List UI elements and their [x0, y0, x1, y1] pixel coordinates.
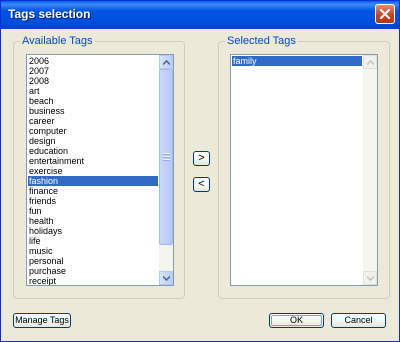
- arrow-up-icon: [367, 60, 374, 65]
- ok-button[interactable]: OK: [269, 313, 324, 328]
- list-item[interactable]: education: [28, 146, 158, 156]
- scroll-down-button[interactable]: [159, 271, 173, 285]
- tags-selection-dialog: Tags selection Available Tags 2006 2007 20…: [0, 0, 400, 342]
- manage-tags-button[interactable]: Manage Tags: [13, 313, 71, 328]
- list-item[interactable]: business: [28, 106, 158, 116]
- cancel-button[interactable]: Cancel: [331, 313, 386, 328]
- list-item[interactable]: career: [28, 116, 158, 126]
- arrow-up-icon: [163, 60, 170, 65]
- available-tags-legend: Available Tags: [20, 35, 95, 47]
- scroll-up-button: [363, 55, 377, 69]
- remove-tag-button[interactable]: <: [193, 177, 210, 192]
- window-title: Tags selection: [8, 7, 91, 21]
- add-tag-button[interactable]: >: [193, 151, 210, 166]
- scroll-down-button: [363, 271, 377, 285]
- list-item[interactable]: life: [28, 236, 158, 246]
- scroll-thumb[interactable]: [159, 69, 173, 245]
- selected-tags-legend: Selected Tags: [225, 35, 298, 47]
- list-item[interactable]: friends: [28, 196, 158, 206]
- available-tags-list[interactable]: 2006 2007 2008 art beach business career comput…: [26, 54, 174, 286]
- list-item[interactable]: 2008: [28, 76, 158, 86]
- available-tags-scrollbar[interactable]: [159, 55, 173, 285]
- list-item[interactable]: receipt: [28, 276, 158, 285]
- list-item[interactable]: fashion: [28, 176, 158, 186]
- close-icon: [379, 8, 391, 20]
- list-item[interactable]: art: [28, 86, 158, 96]
- selected-tags-group: Selected Tags family: [218, 35, 390, 299]
- list-item[interactable]: beach: [28, 96, 158, 106]
- list-item[interactable]: 2007: [28, 66, 158, 76]
- available-tags-items: 2006 2007 2008 art beach business career comput…: [28, 56, 158, 285]
- list-item[interactable]: purchase: [28, 266, 158, 276]
- title-bar[interactable]: Tags selection: [1, 1, 399, 29]
- scroll-up-button[interactable]: [159, 55, 173, 69]
- selected-tags-scrollbar: [363, 55, 377, 285]
- list-item[interactable]: family: [232, 56, 362, 66]
- available-tags-group: Available Tags 2006 2007 2008 art beach busin…: [13, 35, 185, 299]
- ok-button-focus: [271, 315, 322, 326]
- list-item[interactable]: exercise: [28, 166, 158, 176]
- list-item[interactable]: personal: [28, 256, 158, 266]
- arrow-down-icon: [367, 276, 374, 281]
- list-item[interactable]: computer: [28, 126, 158, 136]
- list-item[interactable]: design: [28, 136, 158, 146]
- list-item[interactable]: holidays: [28, 226, 158, 236]
- arrow-down-icon: [163, 276, 170, 281]
- list-item[interactable]: finance: [28, 186, 158, 196]
- list-item[interactable]: health: [28, 216, 158, 226]
- list-item[interactable]: 2006: [28, 56, 158, 66]
- selected-tags-items: family: [232, 56, 362, 66]
- list-item[interactable]: entertainment: [28, 156, 158, 166]
- list-item[interactable]: fun: [28, 206, 158, 216]
- list-item[interactable]: music: [28, 246, 158, 256]
- close-button[interactable]: [375, 4, 395, 24]
- selected-tags-list[interactable]: family: [230, 54, 378, 286]
